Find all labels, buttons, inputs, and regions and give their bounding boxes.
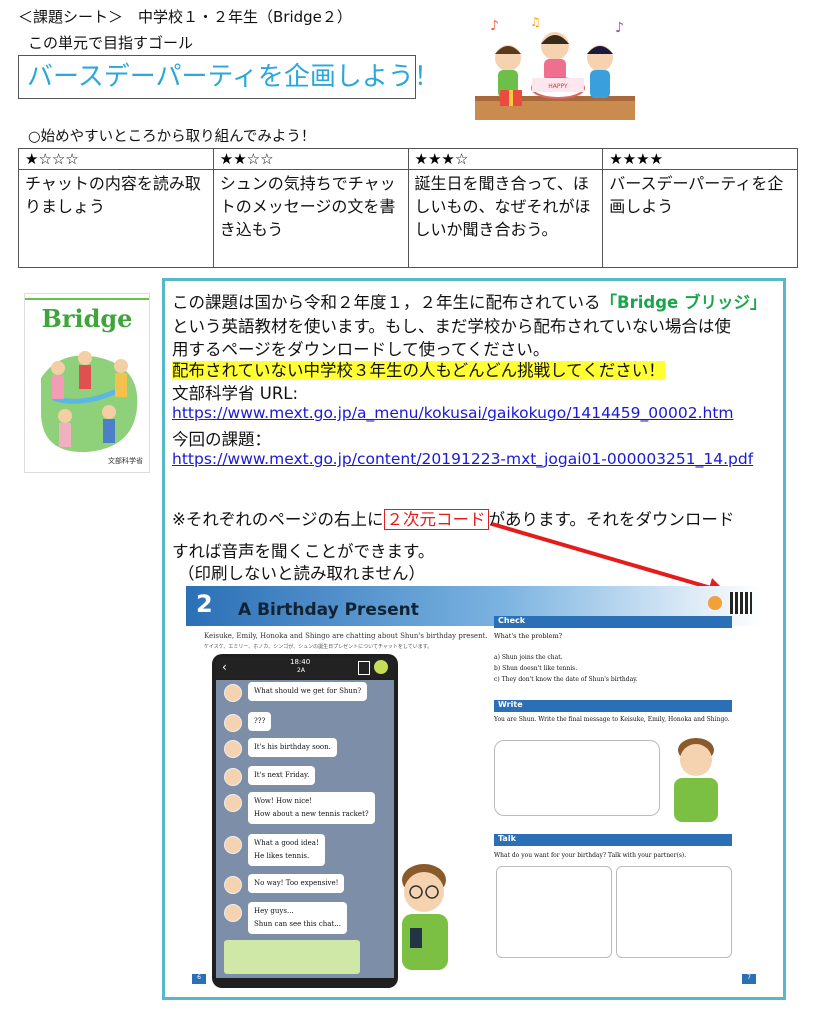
difficulty-table: ★☆☆☆ ★★☆☆ ★★★☆ ★★★★ チャットの内容を読み取りましょう シュン… xyxy=(18,148,798,268)
shun-illustration xyxy=(402,864,448,970)
intro-text: Keisuke, Emily, Honoka and Shingo are ch… xyxy=(204,632,488,640)
chat-message: How about a new tennis racket? xyxy=(254,810,369,818)
cover-map-illustration xyxy=(41,351,138,453)
chat-message: Wow! How nice! xyxy=(254,797,313,805)
check-option-c: c) They don't know the date of Shun's bi… xyxy=(494,676,638,683)
page-number-left: 6 xyxy=(192,974,206,984)
speaker-icon xyxy=(708,596,722,610)
talk-header xyxy=(494,834,732,846)
task-label: 今回の課題： xyxy=(172,430,271,449)
chat-message: ??? xyxy=(254,717,266,725)
teacher-illustration xyxy=(674,738,718,822)
chat-message: Hey guys... xyxy=(254,907,294,915)
chat-message: It's his birthday soon. xyxy=(254,743,331,751)
chat-message: No way! Too expensive! xyxy=(254,879,339,887)
message-input-box xyxy=(224,940,360,974)
textbook-page-image: 2 A Birthday Present Keisuke, Emily, Hon… xyxy=(186,586,762,990)
bridge-name: 「Bridge ブリッジ」 xyxy=(600,293,767,312)
chat-message: He likes tennis. xyxy=(254,852,310,860)
phone-time: 18:40 xyxy=(290,658,311,666)
chat-message: It's next Friday. xyxy=(254,771,310,779)
chat-bubble: Wow! How nice! How about a new tennis rac… xyxy=(248,792,375,824)
svg-text:♪: ♪ xyxy=(490,18,499,34)
qr-note-a: ※それぞれのページの右上に xyxy=(172,510,384,529)
chat-message: Shun can see this chat... xyxy=(254,920,341,928)
back-chevron-icon: ‹ xyxy=(222,660,227,674)
chat-bubble: Hey guys... Shun can see this chat... xyxy=(248,902,347,934)
cover-title: Bridge xyxy=(41,304,133,333)
step-3-text: 誕生日を聞き合って、ほしいもの、なぜそれがほしいか聞き合おう。 xyxy=(407,169,604,268)
write-instruction: You are Shun. Write the final message to… xyxy=(494,716,730,723)
lesson-title: A Birthday Present xyxy=(238,600,419,620)
panel-line-1: この課題は国から令和２年度１，２年生に配布されている「Bridge ブリッジ」 xyxy=(172,289,766,313)
chat-bubble: ??? xyxy=(248,712,272,731)
highlight-note: 配布されていない中学校３年生の人もどんどん挑戦してください！ xyxy=(172,357,665,381)
stars-4: ★★★★ xyxy=(602,148,798,170)
step-2-text: シュンの気持ちでチャットのメッセージの文を書き込もう xyxy=(212,169,409,268)
talk-title: Talk xyxy=(498,834,516,843)
svg-text:HAPPY: HAPPY xyxy=(548,83,568,90)
chat-message: What should we get for Shun? xyxy=(254,687,362,695)
mext-url-link[interactable]: https://www.mext.go.jp/a_menu/kokusai/ga… xyxy=(172,404,734,422)
lesson-number: 2 xyxy=(196,590,213,618)
chat-bubble: It's his birthday soon. xyxy=(248,738,337,757)
check-option-b: b) Shun doesn't like tennis. xyxy=(494,665,578,672)
svg-text:♪: ♪ xyxy=(615,20,624,36)
stars-2: ★★☆☆ xyxy=(212,148,409,170)
talk-instruction: What do you want for your birthday? Talk… xyxy=(494,852,687,859)
step-4-text: バースデーパーティを企画しよう xyxy=(602,169,798,268)
chat-avatar xyxy=(224,684,242,702)
write-header xyxy=(494,700,732,712)
bridge-cover-image: Bridge 文部科学省 xyxy=(24,293,150,473)
chat-avatar xyxy=(224,740,242,758)
qr-code-label: ２次元コード xyxy=(383,509,489,530)
phone-room: 2A xyxy=(297,667,305,674)
qr-note-d: （印刷しないと読み取れません） xyxy=(178,564,426,583)
write-title: Write xyxy=(498,700,523,709)
menu-icon xyxy=(358,661,370,675)
birthday-party-illustration: HAPPY ♪ ♪ ♫ xyxy=(475,15,635,120)
steps-note: ○始めやすいところから取り組んでみよう！ xyxy=(28,129,316,145)
talk-box-right xyxy=(616,866,732,958)
chat-avatar xyxy=(224,836,242,854)
chat-bubble: What should we get for Shun? xyxy=(248,682,368,701)
check-question: What's the problem? xyxy=(494,632,563,640)
chat-avatar xyxy=(224,876,242,894)
panel-line-2: という英語教材を使います。もし、まだ学校から配布されていない場合は使 xyxy=(172,317,731,336)
chat-avatar xyxy=(224,768,242,786)
goal-label: この単元で目指すゴール xyxy=(28,34,194,52)
panel-line-1-text: この課題は国から令和２年度１，２年生に配布されている xyxy=(172,293,601,312)
chat-avatar xyxy=(224,904,242,922)
chat-bubble: No way! Too expensive! xyxy=(248,874,345,893)
step-1-text: チャットの内容を読み取りましょう xyxy=(18,169,214,268)
profile-icon xyxy=(374,660,388,674)
url-label: 文部科学省 URL: xyxy=(172,384,299,403)
write-bubble xyxy=(494,740,660,816)
stars-1: ★☆☆☆ xyxy=(18,148,214,170)
qr-code xyxy=(730,592,752,614)
highlight-text: 配布されていない中学校３年生の人もどんどん挑戦してください！ xyxy=(172,361,665,380)
chat-avatar xyxy=(224,794,242,812)
chat-message: What a good idea! xyxy=(254,839,319,847)
cover-publisher: 文部科学省 xyxy=(108,457,143,465)
chat-bubble: It's next Friday. xyxy=(248,766,316,785)
chat-bubble: What a good idea! He likes tennis. xyxy=(248,834,325,866)
check-header xyxy=(494,616,732,628)
page-number-right: 7 xyxy=(742,974,756,984)
check-option-a: a) Shun joins the chat. xyxy=(494,654,563,661)
stars-3: ★★★☆ xyxy=(407,148,604,170)
sheet-title: ＜課題シート＞ 中学校１・２年生（Bridge２） xyxy=(18,8,352,26)
talk-box-left xyxy=(496,866,612,958)
check-title: Check xyxy=(498,616,526,625)
chat-avatar xyxy=(224,714,242,732)
intro-text-jp: ケイスケ、エミリー、ホノカ、シンゴが、シュンの誕生日プレゼントについてチャットを… xyxy=(204,644,433,650)
task-pdf-link[interactable]: https://www.mext.go.jp/content/20191223-… xyxy=(172,450,753,468)
qr-note-c: すれば音声を聞くことができます。 xyxy=(172,542,435,561)
svg-text:♫: ♫ xyxy=(530,15,541,29)
goal-box: バースデーパーティを企画しよう！ xyxy=(18,55,440,99)
